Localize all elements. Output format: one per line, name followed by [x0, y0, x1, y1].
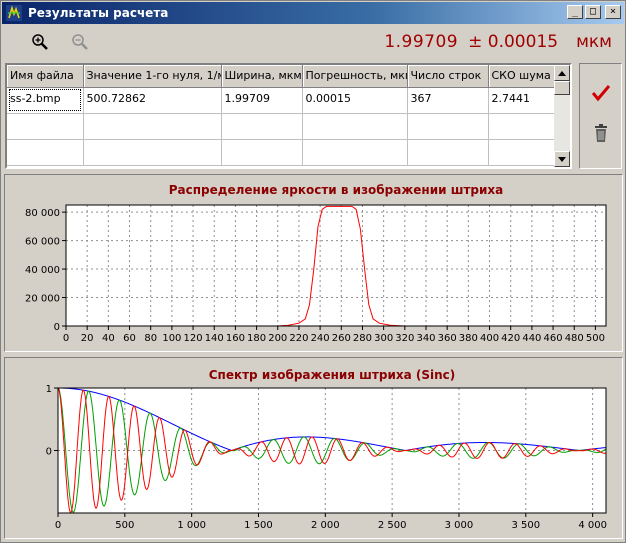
delete-button[interactable]	[590, 122, 612, 144]
table-row-empty[interactable]	[7, 113, 557, 140]
x-tick-label: 1 500	[244, 520, 273, 531]
trash-icon	[595, 124, 607, 142]
x-tick-label: 380	[459, 333, 478, 344]
plot-area	[66, 205, 606, 326]
y-tick-label: 0	[54, 322, 60, 333]
width-error: ± 0.00015	[468, 32, 559, 52]
apply-button[interactable]	[590, 82, 612, 104]
x-tick-label: 4 000	[578, 520, 607, 531]
close-icon: ×	[609, 6, 617, 17]
x-tick-label: 80	[144, 333, 157, 344]
width-unit: мкм	[576, 32, 612, 52]
table-cell[interactable]: 2.7441	[488, 87, 557, 114]
x-tick-label: 20	[81, 333, 94, 344]
y-tick-label: 60 000	[25, 237, 60, 248]
results-window: Результаты расчета _ □ × 1.99709 ± 0.000…	[0, 0, 626, 543]
x-tick-label: 0	[55, 520, 61, 531]
scroll-thumb[interactable]	[554, 81, 570, 95]
x-tick-label: 1 000	[177, 520, 206, 531]
arrow-up-icon	[558, 70, 566, 76]
x-tick-label: 3 500	[511, 520, 540, 531]
zoom-in-icon	[32, 34, 48, 50]
column-header-file-name[interactable]: Имя файла	[7, 65, 84, 88]
x-tick-label: 60	[123, 333, 136, 344]
x-tick-label: 360	[438, 333, 457, 344]
x-tick-label: 2 000	[311, 520, 340, 531]
minimize-button[interactable]: _	[567, 5, 583, 19]
x-tick-label: 180	[247, 333, 266, 344]
vertical-scrollbar[interactable]	[554, 65, 570, 167]
scroll-up-button[interactable]	[554, 65, 570, 81]
column-header-first-zero[interactable]: Значение 1-го нуля, 1/мм	[83, 65, 222, 88]
column-header-error[interactable]: Погрешность, мкм	[302, 65, 408, 88]
table-header-row: Имя файла Значение 1-го нуля, 1/мм Ширин…	[7, 65, 557, 88]
title-bar[interactable]: Результаты расчета _ □ ×	[2, 2, 624, 24]
column-header-width[interactable]: Ширина, мкм	[221, 65, 303, 88]
x-tick-label: 480	[565, 333, 584, 344]
x-tick-label: 500	[586, 333, 605, 344]
x-tick-label: 40	[102, 333, 115, 344]
x-tick-label: 2 500	[378, 520, 407, 531]
width-value: 1.99709	[384, 32, 459, 52]
scroll-down-button[interactable]	[554, 151, 570, 167]
x-tick-label: 3 000	[445, 520, 474, 531]
x-tick-label: 220	[289, 333, 308, 344]
table-row-empty[interactable]	[7, 139, 557, 166]
y-tick-label: 80 000	[25, 208, 60, 219]
brightness-chart: Распределение яркости в изображении штри…	[25, 183, 607, 344]
results-table: Имя файла Значение 1-го нуля, 1/мм Ширин…	[7, 65, 557, 166]
maximize-button[interactable]: □	[585, 5, 601, 19]
table-row[interactable]: ss-2.bmp 500.72862 1.99709 0.00015 367 2…	[7, 87, 557, 114]
x-tick-label: 320	[395, 333, 414, 344]
width-readout: 1.99709 ± 0.00015 мкм	[384, 32, 612, 52]
app-logo-icon	[6, 5, 22, 21]
x-tick-label: 240	[311, 333, 330, 344]
table-cell[interactable]: 0.00015	[302, 87, 408, 114]
results-grid[interactable]: Имя файла Значение 1-го нуля, 1/мм Ширин…	[5, 63, 572, 169]
y-tick-label: 0	[46, 447, 52, 458]
maximize-icon: □	[589, 6, 597, 17]
table-cell[interactable]: 500.72862	[83, 87, 222, 114]
x-tick-label: 200	[268, 333, 287, 344]
table-cell[interactable]: ss-2.bmp	[7, 87, 84, 114]
x-tick-label: 160	[226, 333, 245, 344]
x-tick-label: 140	[205, 333, 224, 344]
spectrum-chart-panel: Спектр изображения штриха (Sinc) 0 500 1 00…	[4, 357, 623, 539]
checkmark-icon	[592, 85, 610, 101]
x-tick-label: 300	[374, 333, 393, 344]
x-tick-label: 400	[480, 333, 499, 344]
minimize-icon: _	[571, 6, 579, 17]
column-header-line-count[interactable]: Число строк	[407, 65, 489, 88]
x-tick-label: 280	[353, 333, 372, 344]
window-title: Результаты расчета	[28, 6, 169, 20]
x-tick-label: 120	[184, 333, 203, 344]
zoom-in-button[interactable]	[28, 30, 52, 54]
x-tick-label: 440	[522, 333, 541, 344]
chart-title: Спектр изображения штриха (Sinc)	[209, 368, 456, 382]
x-tick-label: 500	[115, 520, 134, 531]
table-cell[interactable]: 367	[407, 87, 489, 114]
zoom-out-button[interactable]	[68, 30, 92, 54]
x-tick-label: 460	[544, 333, 563, 344]
y-tick-label: 1	[46, 384, 52, 395]
x-tick-label: 100	[162, 333, 181, 344]
x-tick-label: 340	[416, 333, 435, 344]
arrow-down-icon	[558, 156, 566, 162]
spectrum-chart: Спектр изображения штриха (Sinc) 0 500 1 00…	[46, 368, 607, 531]
table-cell[interactable]: 1.99709	[221, 87, 303, 114]
column-header-noise-rms[interactable]: СКО шума	[488, 65, 557, 88]
x-tick-label: 420	[501, 333, 520, 344]
zoom-out-icon	[72, 34, 88, 50]
y-tick-label: 40 000	[25, 265, 60, 276]
brightness-chart-panel: Распределение яркости в изображении штри…	[4, 174, 623, 352]
action-panel	[579, 63, 622, 169]
close-button[interactable]: ×	[605, 5, 621, 19]
x-tick-label: 260	[332, 333, 351, 344]
chart-title: Распределение яркости в изображении штри…	[169, 183, 504, 197]
y-tick-label: 20 000	[25, 294, 60, 305]
x-tick-label: 0	[63, 333, 69, 344]
toolbar: 1.99709 ± 0.00015 мкм	[4, 27, 622, 57]
